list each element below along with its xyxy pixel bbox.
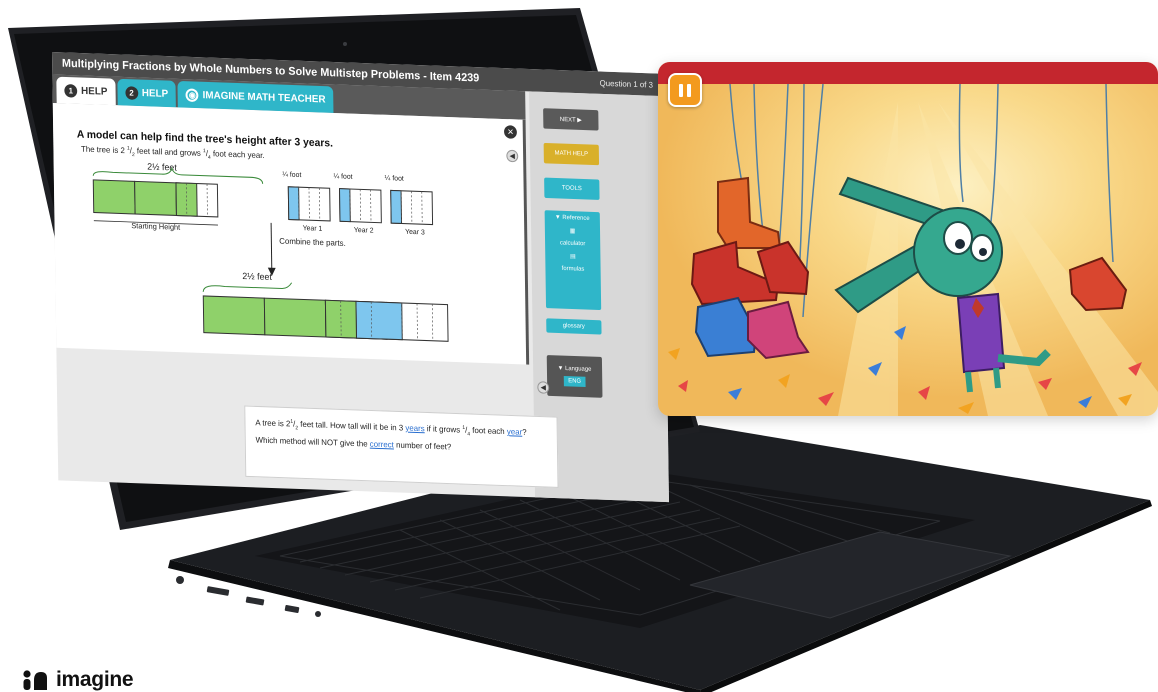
reference-label[interactable]: ▼ Reference (555, 215, 590, 222)
brand-name: imagine (56, 668, 134, 691)
glossary-link-correct[interactable]: correct (370, 440, 394, 450)
formulas-icon[interactable]: ▤ (570, 253, 576, 260)
reference-panel: ▼ Reference ▦ calculator ▤ formulas (544, 210, 602, 311)
language-panel: ▼ Language ENG (546, 355, 603, 398)
english-button[interactable]: ENG (564, 376, 586, 387)
brand-logo: imagine (22, 668, 134, 691)
tab-number-1: 1 (64, 83, 78, 98)
game-panel (658, 62, 1158, 416)
question-counter: Question 1 of 3 (599, 78, 654, 90)
glossary-link-year[interactable]: year (507, 427, 522, 437)
tab-help-2-label: HELP (141, 87, 169, 100)
imagine-logo-icon (23, 670, 47, 690)
teacher-icon: ◉ (185, 87, 199, 102)
speaker-icon[interactable]: ◀ (506, 149, 519, 163)
pause-icon[interactable] (668, 73, 702, 107)
tab-help-1[interactable]: 1 HELP (56, 76, 116, 106)
tab-number-2: 2 (125, 85, 139, 100)
calculator-icon[interactable]: ▦ (570, 227, 576, 234)
label-combine-parts: Combine the parts. (279, 236, 346, 248)
math-help-button[interactable]: MATH HELP (543, 142, 600, 166)
label-year-2: Year 2 (354, 227, 374, 235)
question-box: A tree is 21/2 feet tall. How tall will … (244, 405, 559, 488)
game-scene (658, 62, 1158, 416)
label-quarter-foot-2: ¼ foot (333, 173, 352, 181)
tab-help-2[interactable]: 2 HELP (117, 78, 177, 108)
tools-button[interactable]: TOOLS (544, 177, 600, 200)
fraction-model-diagram: 2½ feet ¼ foot ¼ foot ¼ foot Starting He… (92, 161, 449, 342)
label-year-3: Year 3 (405, 229, 425, 237)
label-year-1: Year 1 (303, 225, 323, 233)
formulas-label: formulas (561, 265, 585, 273)
calculator-label: calculator (559, 240, 586, 248)
label-starting-height: Starting Height (131, 221, 181, 232)
speaker-icon-question[interactable]: ◀ (537, 381, 550, 394)
next-button[interactable]: NEXT ▶ (543, 108, 599, 131)
stage: Multiplying Fractions by Whole Numbers t… (0, 0, 1158, 692)
label-quarter-foot-1: ¼ foot (282, 171, 301, 179)
tab-help-1-label: HELP (81, 85, 108, 98)
label-two-and-half-feet-2: 2½ feet (242, 271, 272, 282)
tab-teacher-label: IMAGINE MATH TEACHER (202, 89, 326, 106)
glossary-button[interactable]: glossary (546, 318, 602, 335)
glossary-link-years[interactable]: years (405, 423, 424, 433)
laptop-screen: Multiplying Fractions by Whole Numbers t… (52, 52, 669, 503)
label-quarter-foot-3: ¼ foot (385, 175, 404, 183)
close-icon[interactable]: ✕ (503, 125, 517, 139)
language-label[interactable]: ▼ Language (558, 366, 592, 373)
